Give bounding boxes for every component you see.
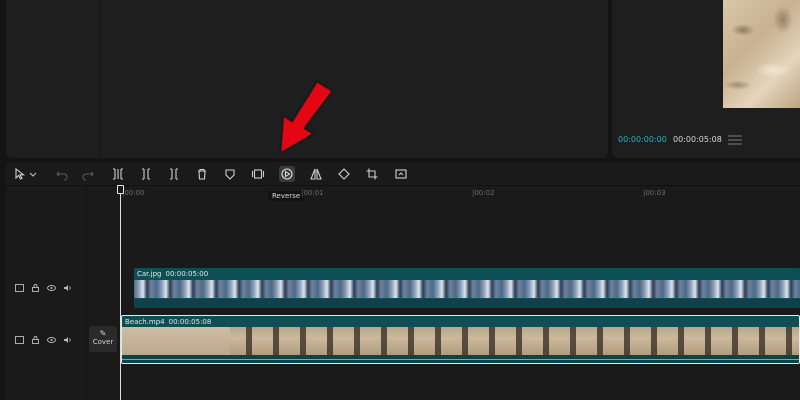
clip-car-name: Car.jpg [137, 269, 162, 278]
clip-car-footer [134, 299, 800, 308]
eye-icon[interactable] [46, 284, 56, 292]
trim-right-icon[interactable] [166, 166, 182, 182]
clip-car-thumbnails [134, 280, 800, 298]
speaker-icon[interactable] [62, 336, 72, 344]
grid-icon[interactable] [728, 135, 742, 145]
pencil-icon: ✎ [99, 329, 107, 338]
ruler-label-3: |00:03 [643, 189, 666, 197]
trash-icon[interactable] [194, 166, 210, 182]
speaker-icon[interactable] [62, 284, 72, 292]
track-header-divider [86, 186, 87, 400]
ruler-label-2: |00:02 [472, 189, 495, 197]
annotation-arrow-icon [278, 79, 335, 156]
undo-icon[interactable] [54, 166, 70, 182]
rotate-icon[interactable] [336, 166, 352, 182]
trim-left-icon[interactable] [138, 166, 154, 182]
current-timecode: 00:00:00:00 [618, 135, 667, 144]
track-controls-beach [14, 336, 72, 344]
clip-beach[interactable]: Beach.mp4 00:00:05:08 [121, 315, 800, 364]
clip-beach-first-frame [122, 327, 230, 355]
preview-frame [723, 0, 800, 108]
lock-icon[interactable] [30, 284, 40, 292]
thumbnail-icon[interactable] [14, 336, 24, 344]
track-controls-car [14, 284, 72, 292]
lock-icon[interactable] [30, 336, 40, 344]
clip-beach-duration: 00:00:05:08 [168, 317, 212, 326]
total-timecode: 00:00:05:08 [673, 135, 722, 144]
cursor-icon[interactable] [12, 166, 28, 182]
freeze-icon[interactable] [250, 166, 266, 182]
marker-icon[interactable] [222, 166, 238, 182]
eye-icon[interactable] [46, 336, 56, 344]
thumbnail-icon[interactable] [14, 284, 24, 292]
crop-ratio-icon[interactable] [393, 166, 409, 182]
media-panel-divider [100, 0, 101, 158]
chevron-down-icon[interactable] [28, 166, 38, 182]
playhead-handle[interactable] [117, 185, 124, 194]
cover-button[interactable]: ✎ Cover [89, 326, 117, 352]
reverse-tooltip: Reverse [268, 191, 305, 201]
clip-car-duration: 00:00:05:00 [165, 269, 209, 278]
clip-car[interactable]: Car.jpg 00:00:05:00 [134, 268, 800, 308]
clip-car-header: Car.jpg 00:00:05:00 [134, 268, 208, 279]
cover-label: Cover [92, 338, 114, 346]
toolbar-divider [6, 185, 800, 186]
split-icon[interactable] [110, 166, 126, 182]
redo-icon[interactable] [80, 166, 96, 182]
mirror-icon[interactable] [308, 166, 324, 182]
crop-icon[interactable] [364, 166, 380, 182]
reverse-icon[interactable] [279, 166, 295, 182]
clip-beach-audio-line [122, 359, 799, 360]
playhead-line[interactable] [120, 192, 121, 400]
ruler-label-1: |00:01 [301, 189, 324, 197]
ruler-label-0: |00:00 [122, 189, 145, 197]
clip-beach-name: Beach.mp4 [125, 317, 165, 326]
clip-beach-header: Beach.mp4 00:00:05:08 [122, 316, 211, 327]
